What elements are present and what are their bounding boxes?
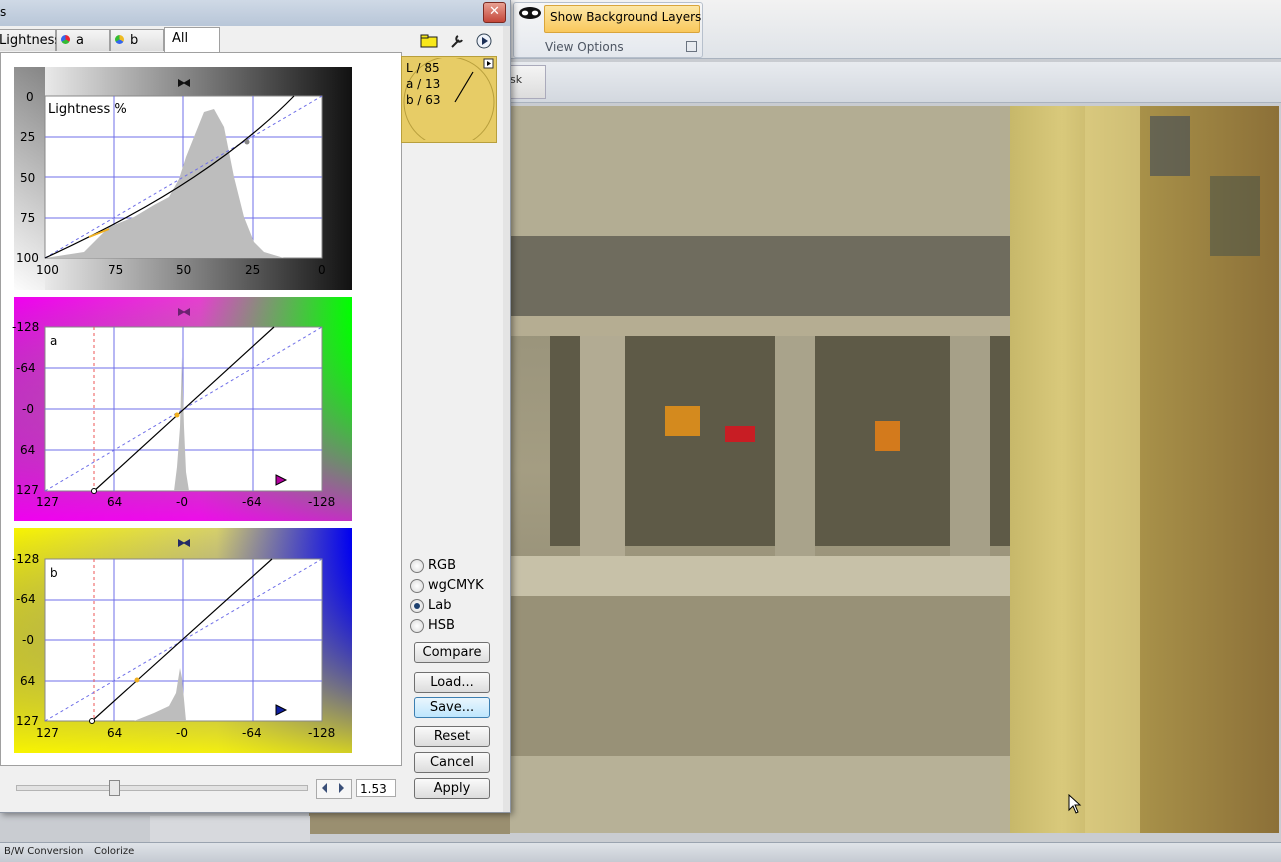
photo-edge: [309, 812, 510, 834]
view-options-label: View Options: [545, 40, 624, 54]
radio-wgcmyk-label: wgCMYK: [428, 578, 484, 593]
tab-a[interactable]: a: [56, 29, 110, 51]
wrench-icon[interactable]: [449, 33, 465, 49]
b-xtick-neg64: -64: [242, 726, 262, 740]
status-tab-bw-conversion[interactable]: B/W Conversion: [4, 846, 83, 857]
load-button[interactable]: Load...: [414, 672, 490, 693]
folder-icon[interactable]: [420, 34, 438, 48]
compare-button[interactable]: Compare: [414, 642, 490, 663]
secondary-toolbar: [510, 62, 1281, 103]
a-xtick-0: -0: [176, 495, 188, 509]
radio-rgb-label: RGB: [428, 558, 457, 573]
reset-button[interactable]: Reset: [414, 726, 490, 747]
tab-lightness-label: Lightness: [0, 33, 62, 48]
tab-lightness[interactable]: Lightness: [0, 29, 61, 51]
tab-b-label: b: [130, 33, 139, 48]
spin-right-icon[interactable]: [339, 783, 344, 793]
l-xtick-50: 50: [176, 263, 192, 277]
zoom-spin-buttons[interactable]: [316, 779, 352, 799]
zoom-value-field[interactable]: 1.53: [356, 779, 396, 797]
b-xtick-127: 127: [36, 726, 59, 740]
image-canvas[interactable]: [510, 106, 1279, 833]
lightness-curve-box: [14, 67, 352, 290]
readout-l: L / 85: [406, 61, 440, 75]
a-ytick-64: 64: [20, 443, 36, 457]
dialog-title: s: [0, 5, 7, 19]
play-icon[interactable]: [476, 33, 492, 49]
l-ytick-25: 25: [20, 130, 36, 144]
b-ytick-0: -0: [22, 633, 34, 647]
readout-b: b / 63: [406, 93, 441, 107]
tab-all[interactable]: All: [164, 27, 220, 53]
dialog-scroll-edge: [503, 26, 510, 812]
show-background-layers-label: Show Background Layers: [550, 10, 702, 24]
dialog-launcher-icon[interactable]: [686, 41, 697, 52]
l-ytick-50: 50: [20, 171, 36, 185]
a-ytick-neg128: -128: [12, 320, 40, 334]
tab-b[interactable]: b: [110, 29, 164, 51]
l-xtick-75: 75: [108, 263, 124, 277]
ab-swatch-icon: [61, 35, 70, 44]
mouse-cursor-icon: [1068, 794, 1082, 814]
a-ytick-neg64: -64: [16, 361, 36, 375]
b-xtick-64: 64: [107, 726, 123, 740]
save-button[interactable]: Save...: [414, 697, 490, 718]
a-xtick-64: 64: [107, 495, 123, 509]
tab-all-label: All: [172, 31, 189, 46]
mask-dropdown-label: sk: [510, 73, 523, 86]
l-xtick-100: 100: [36, 263, 59, 277]
cancel-button[interactable]: Cancel: [414, 752, 490, 773]
mask-icon: [519, 7, 541, 19]
l-ytick-0: 0: [26, 90, 34, 104]
tab-a-label: a: [76, 33, 84, 48]
temple-photo: [510, 106, 1279, 833]
radio-rgb[interactable]: [410, 559, 424, 573]
b-ytick-neg128: -128: [12, 552, 40, 566]
lightness-label: Lightness %: [48, 102, 127, 117]
radio-lab[interactable]: [410, 599, 424, 613]
radio-hsb[interactable]: [410, 619, 424, 633]
zoom-slider-track[interactable]: [16, 785, 308, 791]
l-ytick-75: 75: [20, 211, 36, 225]
a-xtick-neg128: -128: [308, 495, 336, 509]
a-label: a: [50, 334, 58, 348]
radio-lab-label: Lab: [428, 598, 452, 613]
readout-a: a / 13: [406, 77, 441, 91]
radio-wgcmyk[interactable]: [410, 579, 424, 593]
status-tab-colorize[interactable]: Colorize: [94, 846, 134, 857]
b-curve-box: [14, 528, 352, 753]
b-label: b: [50, 566, 58, 580]
ab-swatch-icon: [115, 35, 124, 44]
b-ytick-64: 64: [20, 674, 36, 688]
radio-hsb-label: HSB: [428, 618, 455, 633]
a-xtick-127: 127: [36, 495, 59, 509]
spin-left-icon[interactable]: [322, 783, 327, 793]
a-curve-box: [14, 297, 352, 521]
l-xtick-0: 0: [318, 263, 326, 277]
b-xtick-0: -0: [176, 726, 188, 740]
zoom-slider-thumb[interactable]: [109, 780, 120, 796]
close-button[interactable]: ✕: [483, 2, 506, 23]
b-ytick-neg64: -64: [16, 592, 36, 606]
l-xtick-25: 25: [245, 263, 261, 277]
a-ytick-0: -0: [22, 402, 34, 416]
docked-panel-edge: [150, 816, 310, 844]
dialog-titlebar[interactable]: [0, 0, 510, 26]
status-bar: [0, 842, 1281, 862]
apply-button[interactable]: Apply: [414, 778, 490, 799]
a-xtick-neg64: -64: [242, 495, 262, 509]
b-xtick-neg128: -128: [308, 726, 336, 740]
